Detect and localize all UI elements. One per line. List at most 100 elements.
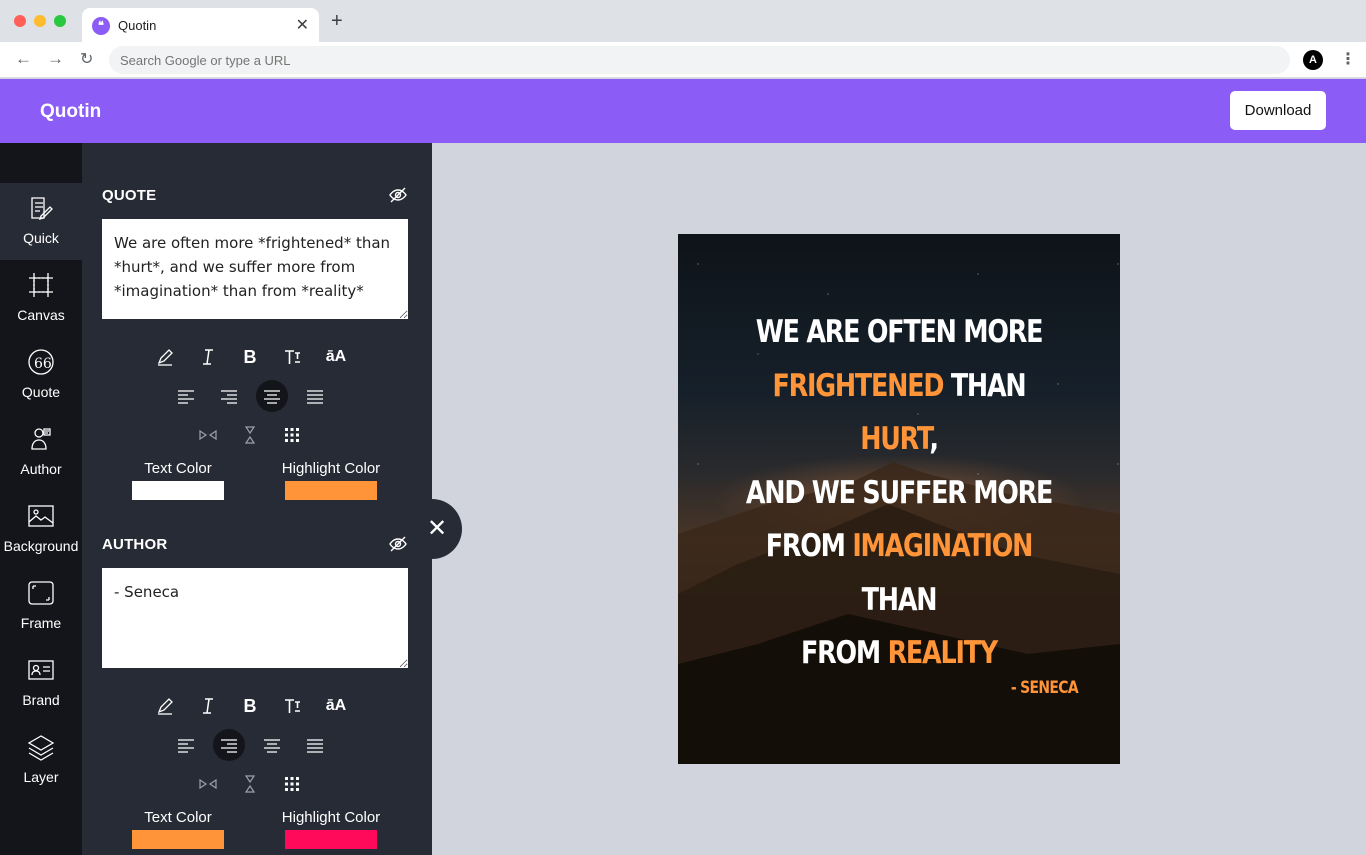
author-text-italic-button[interactable]: [192, 690, 224, 722]
poster-highlight-word: imagination: [852, 528, 1033, 564]
align-left-icon: [178, 390, 194, 404]
quote-text-bold-button[interactable]: B: [234, 341, 266, 373]
quote-align-justify-button[interactable]: [299, 380, 331, 412]
eye-off-icon[interactable]: [389, 186, 407, 204]
quote-text-highlight-button[interactable]: [149, 341, 181, 373]
tab-title: Quotin: [118, 18, 157, 33]
quote-align-left-button[interactable]: [170, 380, 202, 412]
quote-flip-vertical-button[interactable]: [234, 419, 266, 451]
poster-highlight-word: frightened: [772, 367, 945, 404]
maximize-window-dot[interactable]: [54, 15, 66, 27]
text-size-icon: [285, 699, 300, 713]
flip-horizontal-icon: [199, 778, 217, 790]
poster-highlight-word: reality: [887, 635, 999, 671]
eye-off-icon[interactable]: [389, 535, 407, 553]
app-header: Quotin Download: [0, 79, 1366, 143]
poster-quote-line: frightened than hurt,: [734, 360, 1064, 467]
quote-highlight-color-label: Highlight Color: [281, 460, 381, 477]
address-input[interactable]: [109, 46, 1290, 74]
close-window-dot[interactable]: [14, 15, 26, 27]
author-text-color-swatch[interactable]: [132, 830, 224, 849]
sidebar-item-label: Frame: [20, 615, 62, 631]
quotin-favicon-icon: ❝: [92, 17, 110, 35]
sidebar-item-background[interactable]: Background: [0, 491, 82, 568]
highlighter-icon: [157, 698, 173, 715]
quote-poster-canvas[interactable]: We are often more frightened than hurt, an…: [678, 234, 1120, 764]
tab-close-icon[interactable]: ✕: [296, 15, 309, 35]
author-highlight-color-label: Highlight Color: [281, 809, 381, 826]
sidebar-item-canvas[interactable]: Canvas: [0, 260, 82, 337]
quote-align-right-button[interactable]: [213, 380, 245, 412]
poster-quote-line: from reality: [734, 627, 1064, 681]
crop-frame-icon: [29, 273, 53, 297]
browser-tabbar: ❝ Quotin ✕ +: [0, 0, 1366, 42]
grid-icon: [285, 777, 299, 791]
quote-text-size-button[interactable]: [276, 341, 308, 373]
download-button[interactable]: Download: [1230, 91, 1326, 130]
poster-quote-segment: than: [861, 581, 938, 618]
quote-align-center-button[interactable]: [256, 380, 288, 412]
poster-author-text[interactable]: - SENECA: [996, 678, 1079, 698]
author-text-color-label: Text Color: [144, 809, 212, 826]
author-align-center-button[interactable]: [256, 729, 288, 761]
author-flip-horizontal-button[interactable]: [192, 768, 224, 800]
author-align-right-button[interactable]: [213, 729, 245, 761]
align-center-icon: [264, 390, 280, 404]
sidebar-item-brand[interactable]: Brand: [0, 645, 82, 722]
browser-toolbar: ← → ↻ A ⋮: [0, 42, 1366, 78]
quote-text-color-label: Text Color: [144, 460, 212, 477]
quote-text-color-swatch[interactable]: [132, 481, 224, 500]
italic-icon: [203, 698, 213, 714]
quote-flip-horizontal-button[interactable]: [192, 419, 224, 451]
browser-menu-icon[interactable]: ⋮: [1340, 49, 1356, 69]
author-flip-vertical-button[interactable]: [234, 768, 266, 800]
author-text-bold-button[interactable]: B: [234, 690, 266, 722]
poster-quote-segment: from: [765, 528, 853, 564]
grid-icon: [285, 428, 299, 442]
sidebar-item-label: Canvas: [17, 307, 65, 323]
sidebar-item-layer[interactable]: Layer: [0, 722, 82, 799]
sidebar-item-label: Author: [20, 461, 62, 477]
author-align-left-button[interactable]: [170, 729, 202, 761]
author-textarea[interactable]: [102, 568, 408, 668]
back-icon[interactable]: ←: [15, 49, 32, 69]
sidebar-item-author[interactable]: Author: [0, 414, 82, 491]
sidebar-item-frame[interactable]: Frame: [0, 568, 82, 645]
reload-icon[interactable]: ↻: [80, 49, 93, 69]
quote-text-case-button[interactable]: āA: [320, 341, 352, 373]
align-justify-icon: [307, 739, 323, 753]
author-position-grid-button[interactable]: [276, 768, 308, 800]
browser-tab[interactable]: ❝ Quotin ✕: [82, 8, 319, 42]
poster-quote-text[interactable]: We are often more frightened than hurt, an…: [734, 306, 1064, 681]
author-text-size-button[interactable]: [276, 690, 308, 722]
align-left-icon: [178, 739, 194, 753]
sidebar-item-quote[interactable]: 66 Quote: [0, 337, 82, 414]
poster-quote-line: from imagination than: [734, 520, 1064, 627]
sidebar-item-label: Quick: [23, 230, 59, 246]
frame-icon: [28, 581, 54, 605]
align-justify-icon: [307, 390, 323, 404]
italic-icon: [203, 349, 213, 365]
align-center-icon: [264, 739, 280, 753]
collapse-panel-close-icon[interactable]: ✕: [412, 499, 462, 559]
minimize-window-dot[interactable]: [34, 15, 46, 27]
sidebar-item-quick[interactable]: Quick: [0, 183, 82, 260]
author-text-case-button[interactable]: āA: [320, 690, 352, 722]
profile-avatar[interactable]: A: [1303, 50, 1323, 70]
layers-icon: [27, 735, 55, 761]
sidebar-rail: Quick Canvas 66 Quote Author Background …: [0, 143, 82, 855]
author-highlight-color-swatch[interactable]: [285, 830, 377, 849]
address-bar[interactable]: [109, 46, 1290, 74]
quote-highlight-color-swatch[interactable]: [285, 481, 377, 500]
forward-icon[interactable]: →: [47, 49, 64, 69]
poster-quote-segment: and we suffer more: [745, 474, 1054, 511]
quote-position-grid-button[interactable]: [276, 419, 308, 451]
author-text-highlight-button[interactable]: [149, 690, 181, 722]
sidebar-item-label: Brand: [22, 692, 60, 708]
quote-text-italic-button[interactable]: [192, 341, 224, 373]
quote-textarea[interactable]: [102, 219, 408, 319]
new-tab-icon[interactable]: +: [331, 10, 343, 33]
flip-vertical-icon: [244, 426, 256, 444]
author-align-justify-button[interactable]: [299, 729, 331, 761]
app-logo: Quotin: [40, 101, 102, 122]
